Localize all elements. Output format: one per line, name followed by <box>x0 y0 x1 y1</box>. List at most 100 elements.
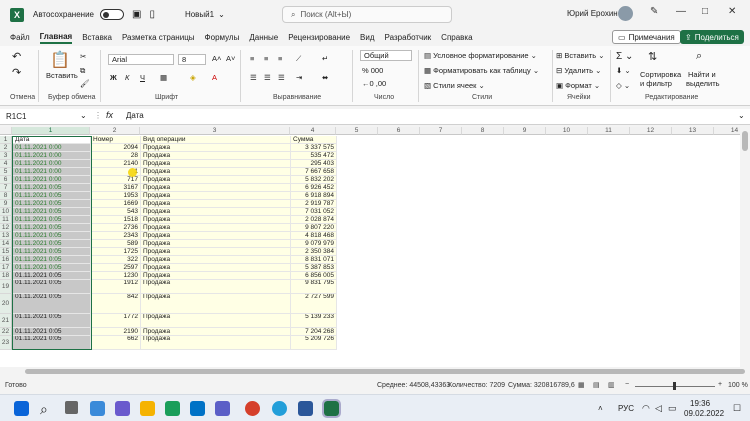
word-icon[interactable] <box>298 401 313 416</box>
align-top-icon[interactable]: ≡ <box>250 54 254 63</box>
table-cell[interactable]: Продажа <box>141 144 291 152</box>
task-view-icon[interactable] <box>65 401 78 414</box>
column-header[interactable]: 9 <box>504 127 546 135</box>
table-cell[interactable]: Продажа <box>141 208 291 216</box>
table-cell[interactable]: 5 139 233 <box>291 314 337 328</box>
maximize-icon[interactable]: □ <box>702 6 708 17</box>
insert-cells-button[interactable]: ⊞ Вставить ⌄ <box>556 51 605 60</box>
volume-icon[interactable]: ◁ <box>655 403 662 414</box>
fx-icon[interactable]: fx <box>106 110 113 120</box>
chevron-down-icon[interactable]: ⌄ <box>218 10 225 19</box>
table-cell[interactable]: Продажа <box>141 272 291 280</box>
table-cell[interactable]: Продажа <box>141 328 291 336</box>
table-cell[interactable]: Продажа <box>141 184 291 192</box>
table-cell[interactable]: Продажа <box>141 168 291 176</box>
table-cell[interactable]: 3167 <box>91 184 141 192</box>
select-all-corner[interactable] <box>0 127 12 135</box>
table-cell[interactable]: 01.11.2021 0:00 <box>13 160 91 168</box>
table-cell[interactable]: 2140 <box>91 160 141 168</box>
table-cell[interactable]: 01.11.2021 0:05 <box>13 208 91 216</box>
table-cell[interactable]: 543 <box>91 208 141 216</box>
table-cell[interactable]: 5 387 853 <box>291 264 337 272</box>
table-cell[interactable]: 01.11.2021 0:05 <box>13 294 91 314</box>
notification-icon[interactable]: ☐ <box>733 403 741 414</box>
table-cell[interactable]: 1669 <box>91 200 141 208</box>
table-cell[interactable]: 01.11.2021 0:05 <box>13 216 91 224</box>
table-cell[interactable]: 535 472 <box>291 152 337 160</box>
table-cell[interactable]: 01.11.2021 0:00 <box>13 168 91 176</box>
underline-icon[interactable]: Ч <box>140 73 145 82</box>
table-cell[interactable]: 01.11.2021 0:05 <box>13 248 91 256</box>
table-cell[interactable]: 01.11.2021 0:00 <box>13 176 91 184</box>
table-cell[interactable]: Сумма <box>291 136 337 144</box>
row-header[interactable]: 11 <box>0 216 12 224</box>
table-cell[interactable]: 6 918 894 <box>291 192 337 200</box>
row-header[interactable]: 3 <box>0 152 12 160</box>
wrap-text-icon[interactable]: ↵ <box>322 54 328 63</box>
format-table-button[interactable]: ▦ Форматировать как таблицу ⌄ <box>424 66 539 75</box>
table-cell[interactable]: 3 337 575 <box>291 144 337 152</box>
wifi-icon[interactable]: ◠ <box>642 403 650 414</box>
table-cell[interactable]: Дата <box>13 136 91 144</box>
table-cell[interactable]: 9 831 795 <box>291 280 337 294</box>
column-header[interactable]: 13 <box>672 127 714 135</box>
column-header[interactable]: 5 <box>336 127 378 135</box>
copy-icon[interactable]: ⧉ <box>80 66 85 76</box>
row-header[interactable]: 10 <box>0 208 12 216</box>
horizontal-scrollbar[interactable] <box>0 367 750 377</box>
table-cell[interactable]: 662 <box>91 336 141 350</box>
sort-filter-label-1[interactable]: Сортировка <box>640 70 681 79</box>
telegram-icon[interactable] <box>272 401 287 416</box>
table-cell[interactable]: 01.11.2021 0:00 <box>13 152 91 160</box>
sort-filter-label-2[interactable]: и фильтр <box>640 79 672 88</box>
row-header[interactable]: 16 <box>0 256 12 264</box>
table-cell[interactable]: 01.11.2021 0:05 <box>13 224 91 232</box>
row-header[interactable]: 12 <box>0 224 12 232</box>
row-header[interactable]: 5 <box>0 168 12 176</box>
tab-review[interactable]: Рецензирование <box>288 33 350 42</box>
search-input[interactable]: ⌕ Поиск (Alt+Ы) <box>282 6 452 23</box>
row-header[interactable]: 2 <box>0 144 12 152</box>
tab-file[interactable]: Файл <box>10 33 30 42</box>
close-icon[interactable]: ✕ <box>728 6 736 17</box>
tray-chevron-icon[interactable]: ˄ <box>598 404 603 413</box>
table-cell[interactable]: Продажа <box>141 200 291 208</box>
windows-start-icon[interactable] <box>14 401 29 416</box>
table-cell[interactable]: Вид операции <box>141 136 291 144</box>
table-cell[interactable]: 2597 <box>91 264 141 272</box>
name-box[interactable]: R1C1 <box>3 111 78 123</box>
cell-styles-button[interactable]: ▧ Стили ячеек ⌄ <box>424 81 485 90</box>
table-cell[interactable]: Продажа <box>141 264 291 272</box>
tab-formulas[interactable]: Формулы <box>205 33 240 42</box>
autosum-icon[interactable]: Σ ⌄ <box>616 51 633 62</box>
table-cell[interactable]: 2 028 874 <box>291 216 337 224</box>
chrome-icon[interactable] <box>245 401 260 416</box>
share-button[interactable]: ⇪ Поделиться <box>680 30 744 44</box>
tab-help[interactable]: Справка <box>441 33 472 42</box>
table-cell[interactable]: Продажа <box>141 280 291 294</box>
table-cell[interactable]: 01.11.2021 0:05 <box>13 272 91 280</box>
table-cell[interactable]: 6 926 452 <box>291 184 337 192</box>
column-header[interactable]: 6 <box>378 127 420 135</box>
table-cell[interactable]: 7 031 052 <box>291 208 337 216</box>
zoom-slider-thumb[interactable] <box>673 382 676 390</box>
table-cell[interactable]: 01.11.2021 0:05 <box>13 280 91 294</box>
table-cell[interactable]: 9 079 979 <box>291 240 337 248</box>
table-cell[interactable]: 717 <box>91 176 141 184</box>
table-cell[interactable]: 01.11.2021 0:05 <box>13 200 91 208</box>
table-cell[interactable]: Продажа <box>141 256 291 264</box>
align-middle-icon[interactable]: ≡ <box>264 54 268 63</box>
table-cell[interactable]: 1518 <box>91 216 141 224</box>
table-cell[interactable]: 28 <box>91 152 141 160</box>
delete-cells-button[interactable]: ⊟ Удалить ⌄ <box>556 66 601 75</box>
table-cell[interactable]: 5 832 202 <box>291 176 337 184</box>
table-cell[interactable]: 2343 <box>91 232 141 240</box>
tab-data[interactable]: Данные <box>249 33 278 42</box>
row-header[interactable]: 1 <box>0 136 12 144</box>
battery-icon[interactable]: ▭ <box>668 403 677 414</box>
italic-icon[interactable]: К <box>125 73 129 82</box>
tab-view[interactable]: Вид <box>360 33 374 42</box>
font-grow-icon[interactable]: A˄ <box>212 54 221 63</box>
font-name-select[interactable]: Arial <box>108 54 174 65</box>
widgets-icon[interactable] <box>90 401 105 416</box>
